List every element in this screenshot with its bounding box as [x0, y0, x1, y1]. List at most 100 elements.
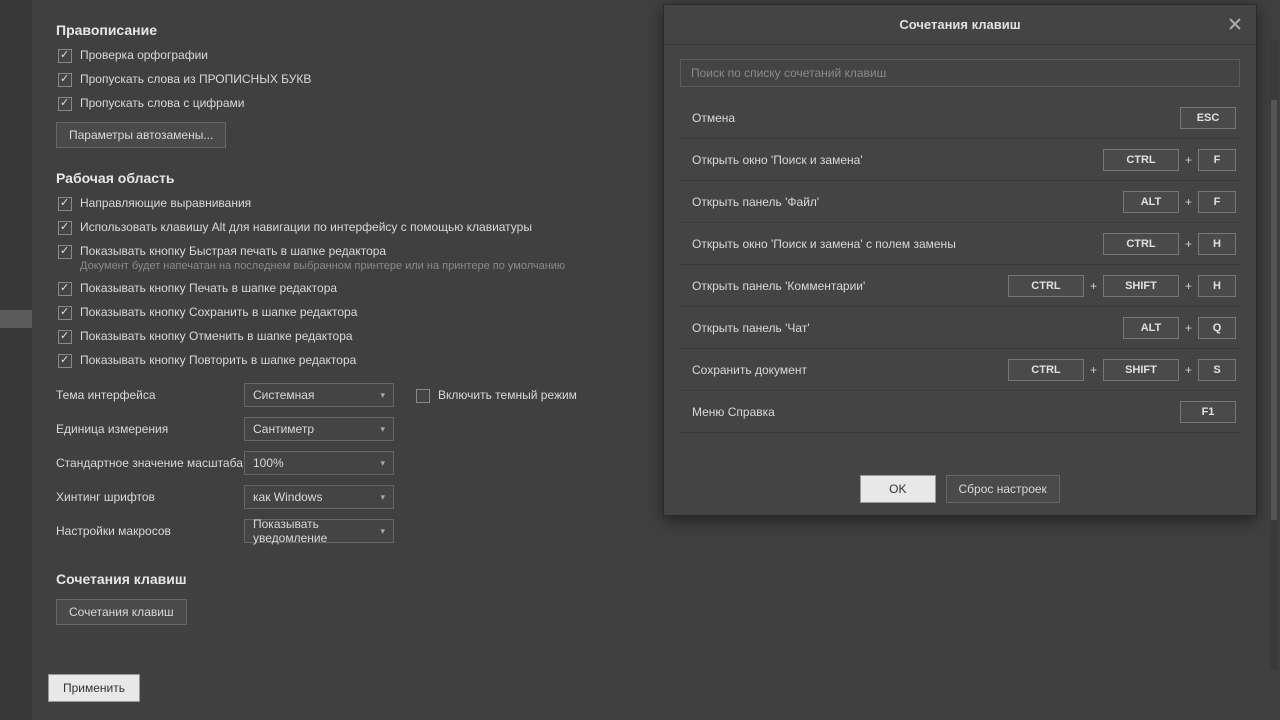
close-icon[interactable] [1226, 15, 1244, 33]
ok-button[interactable]: OK [860, 475, 935, 503]
shortcut-row[interactable]: Открыть панель 'Комментарии'CTRL+SHIFT+H [680, 265, 1240, 307]
checkbox-alt-nav[interactable] [58, 221, 72, 235]
plus-icon: + [1090, 363, 1097, 377]
checkbox-sublabel: Документ будет напечатан на последнем вы… [80, 260, 565, 272]
sidebar-tab[interactable] [0, 90, 32, 108]
settings-panel: Правописание Проверка орфографии Пропуск… [56, 14, 651, 625]
key[interactable]: F1 [1180, 401, 1236, 423]
shortcut-row[interactable]: Меню СправкаF1 [680, 391, 1240, 433]
checkbox-quick-print[interactable] [58, 245, 72, 259]
sidebar-tab[interactable] [0, 290, 32, 308]
sidebar-tab[interactable] [0, 150, 32, 168]
modal-footer: OK Сброс настроек [664, 475, 1256, 503]
sidebar-tab[interactable] [0, 130, 32, 148]
checkbox-skip-digits[interactable] [58, 97, 72, 111]
shortcut-row[interactable]: Открыть панель 'Чат'ALT+Q [680, 307, 1240, 349]
plus-icon: + [1185, 237, 1192, 251]
shortcut-row[interactable]: Открыть окно 'Поиск и замена' с полем за… [680, 223, 1240, 265]
shortcuts-button[interactable]: Сочетания клавиш [56, 599, 187, 625]
sidebar-tab[interactable] [0, 230, 32, 248]
checkbox-spell-check[interactable] [58, 49, 72, 63]
macros-select[interactable]: Показывать уведомление ▾ [244, 519, 394, 543]
key[interactable]: H [1198, 275, 1236, 297]
form-row-macros: Настройки макросов Показывать уведомлени… [56, 519, 651, 543]
zoom-select[interactable]: 100% ▾ [244, 451, 394, 475]
chevron-down-icon: ▾ [380, 526, 385, 537]
checkbox-label: Показывать кнопку Печать в шапке редакто… [80, 281, 337, 295]
sidebar-tab[interactable] [0, 270, 32, 288]
key[interactable]: F [1198, 191, 1236, 213]
shortcut-row[interactable]: Открыть панель 'Файл'ALT+F [680, 181, 1240, 223]
check-row: Пропускать слова из ПРОПИСНЫХ БУКВ [56, 72, 651, 87]
sidebar-tab[interactable] [0, 250, 32, 268]
checkbox-redo-btn[interactable] [58, 354, 72, 368]
shortcut-keys: F1 [1180, 401, 1240, 423]
reset-button[interactable]: Сброс настроек [946, 475, 1060, 503]
sidebar-tab[interactable] [0, 210, 32, 228]
checkbox-label: Показывать кнопку Сохранить в шапке реда… [80, 305, 357, 319]
key[interactable]: CTRL [1008, 359, 1084, 381]
key[interactable]: SHIFT [1103, 359, 1179, 381]
checkbox-undo-btn[interactable] [58, 330, 72, 344]
checkbox-skip-uppercase[interactable] [58, 73, 72, 87]
form-label: Тема интерфейса [56, 388, 244, 402]
check-row: Показывать кнопку Печать в шапке редакто… [56, 281, 651, 296]
shortcut-row[interactable]: Отмена ESC [680, 97, 1240, 139]
shortcut-row[interactable]: Открыть окно 'Поиск и замена'CTRL+F [680, 139, 1240, 181]
plus-icon: + [1185, 153, 1192, 167]
form-label: Единица измерения [56, 422, 244, 436]
key[interactable]: H [1198, 233, 1236, 255]
plus-icon: + [1185, 279, 1192, 293]
key[interactable]: Q [1198, 317, 1236, 339]
checkbox-dark-mode[interactable] [416, 389, 430, 403]
sidebar-tab[interactable] [0, 170, 32, 188]
unit-select[interactable]: Сантиметр ▾ [244, 417, 394, 441]
checkbox-print-btn[interactable] [58, 282, 72, 296]
check-row: Проверка орфографии [56, 48, 651, 63]
check-row: Использовать клавишу Alt для навигации п… [56, 220, 651, 235]
key[interactable]: ALT [1123, 191, 1179, 213]
key[interactable]: SHIFT [1103, 275, 1179, 297]
checkbox-label: Показывать кнопку Повторить в шапке реда… [80, 353, 356, 367]
key[interactable]: F [1198, 149, 1236, 171]
shortcut-action-label: Открыть окно 'Поиск и замена' с полем за… [680, 237, 956, 251]
key[interactable]: CTRL [1103, 149, 1179, 171]
modal-title: Сочетания клавиш [899, 17, 1020, 32]
shortcut-list: ОтменаESCОткрыть окно 'Поиск и замена'CT… [680, 97, 1240, 433]
scrollbar[interactable] [1270, 40, 1278, 670]
key[interactable]: ALT [1123, 317, 1179, 339]
plus-icon: + [1185, 195, 1192, 209]
section-title-spelling: Правописание [56, 22, 651, 38]
checkbox-label: Проверка орфографии [80, 48, 208, 62]
shortcut-action-label: Отмена [680, 111, 735, 125]
key[interactable]: ESC [1180, 107, 1236, 129]
chevron-down-icon: ▾ [380, 390, 385, 401]
autocorrect-options-button[interactable]: Параметры автозамены... [56, 122, 226, 148]
check-row: Показывать кнопку Отменить в шапке редак… [56, 329, 651, 344]
shortcut-search[interactable] [680, 59, 1240, 87]
checkbox-label: Показывать кнопку Быстрая печать в шапке… [80, 244, 565, 258]
checkbox-alignment-guides[interactable] [58, 197, 72, 211]
chevron-down-icon: ▾ [380, 492, 385, 503]
theme-select[interactable]: Системная ▾ [244, 383, 394, 407]
plus-icon: + [1185, 321, 1192, 335]
checkbox-label: Использовать клавишу Alt для навигации п… [80, 220, 532, 234]
key[interactable]: CTRL [1008, 275, 1084, 297]
key[interactable]: CTRL [1103, 233, 1179, 255]
shortcut-row[interactable]: Сохранить документCTRL+SHIFT+S [680, 349, 1240, 391]
sidebar-tab[interactable] [0, 70, 32, 88]
sidebar-tab[interactable] [0, 190, 32, 208]
section-title-shortcuts: Сочетания клавиш [56, 571, 651, 587]
apply-button[interactable]: Применить [48, 674, 140, 702]
scrollbar-thumb[interactable] [1271, 100, 1277, 520]
sidebar-tab[interactable] [0, 110, 32, 128]
sidebar-tab[interactable] [0, 330, 32, 348]
check-row: Показывать кнопку Быстрая печать в шапке… [56, 244, 651, 272]
sidebar-tab-active[interactable] [0, 310, 32, 328]
key[interactable]: S [1198, 359, 1236, 381]
shortcut-action-label: Открыть панель 'Комментарии' [680, 279, 865, 293]
checkbox-save-btn[interactable] [58, 306, 72, 320]
shortcut-search-input[interactable] [691, 66, 1229, 80]
hinting-select[interactable]: как Windows ▾ [244, 485, 394, 509]
plus-icon: + [1185, 363, 1192, 377]
